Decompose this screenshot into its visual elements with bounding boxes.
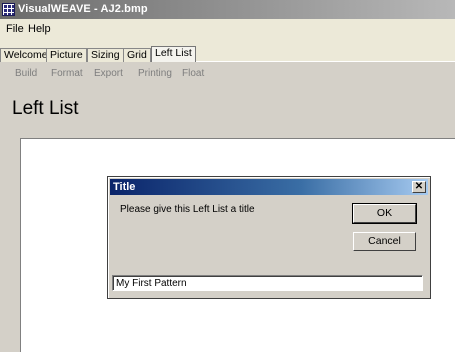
title-input[interactable] <box>112 275 423 291</box>
tab-picture[interactable]: Picture <box>46 48 87 62</box>
dialog-title: Title <box>113 181 136 193</box>
main-tab-strip: Welcome Picture Sizing Grid Left List <box>0 38 455 63</box>
ok-button[interactable]: OK <box>352 203 417 224</box>
subtab-float[interactable]: Float <box>182 68 204 79</box>
app-title: VisualWEAVE - AJ2.bmp <box>18 3 148 15</box>
page-title: Left List <box>12 98 79 119</box>
dialog-prompt: Please give this Left List a title <box>120 204 255 215</box>
tab-grid[interactable]: Grid <box>123 48 151 62</box>
menu-bar: File Help <box>0 19 455 38</box>
app-titlebar: VisualWEAVE - AJ2.bmp <box>0 0 455 19</box>
sub-toolbar: Build Format Export Printing Float <box>0 62 455 84</box>
subtab-printing[interactable]: Printing <box>138 68 172 79</box>
close-icon[interactable]: ✕ <box>412 181 426 193</box>
menu-help[interactable]: Help <box>28 23 51 35</box>
tab-left-list[interactable]: Left List <box>151 46 196 63</box>
dialog-titlebar[interactable]: Title ✕ <box>110 179 428 195</box>
tab-welcome[interactable]: Welcome <box>0 48 52 62</box>
subtab-export[interactable]: Export <box>94 68 123 79</box>
subtab-build[interactable]: Build <box>15 68 37 79</box>
tab-sizing[interactable]: Sizing <box>87 48 124 62</box>
title-dialog: Title ✕ Please give this Left List a tit… <box>107 176 431 299</box>
menu-file[interactable]: File <box>6 23 24 35</box>
subtab-format[interactable]: Format <box>51 68 83 79</box>
cancel-button[interactable]: Cancel <box>353 232 416 251</box>
app-grid-icon <box>2 3 15 16</box>
